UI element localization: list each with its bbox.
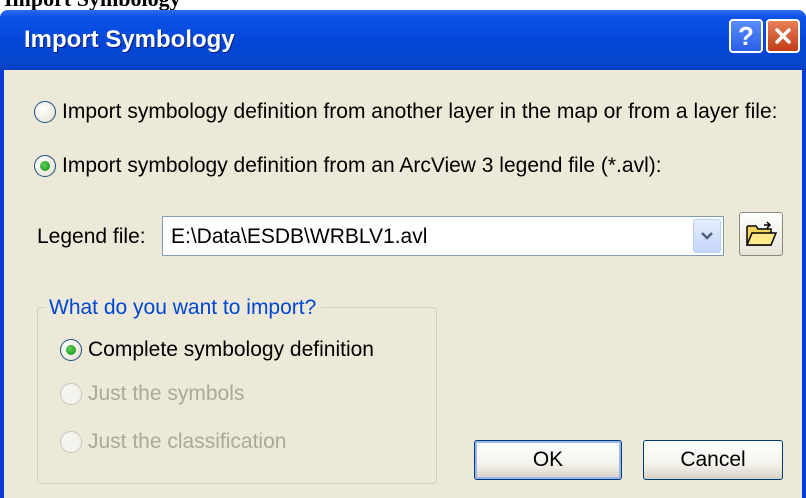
browse-button[interactable] (739, 212, 783, 256)
ok-button[interactable]: OK (474, 440, 622, 480)
dialog-body: Import symbology definition from another… (4, 70, 802, 498)
title-bar[interactable]: Import Symbology ? (0, 10, 806, 70)
chevron-down-icon (701, 232, 713, 240)
complete-definition-label: Complete symbology definition (88, 338, 374, 361)
radio-button-disabled (60, 431, 82, 453)
close-icon (775, 28, 791, 44)
legend-file-value: E:\Data\ESDB\WRBLV1.avl (171, 225, 428, 248)
help-icon: ? (738, 20, 754, 51)
just-symbols-label: Just the symbols (88, 382, 245, 405)
option-avl-label: Import symbology definition from an ArcV… (62, 154, 662, 177)
just-symbols-radio: Just the symbols (60, 382, 244, 406)
help-button[interactable]: ? (729, 19, 763, 53)
radio-button-selected[interactable] (60, 339, 82, 361)
legend-file-combobox[interactable]: E:\Data\ESDB\WRBLV1.avl (162, 216, 724, 256)
import-options-title: What do you want to import? (44, 296, 322, 320)
option-layer-label: Import symbology definition from another… (62, 100, 778, 123)
open-folder-icon (745, 221, 777, 246)
window-title: Import Symbology (24, 26, 235, 53)
complete-definition-radio[interactable]: Complete symbology definition (60, 338, 374, 362)
just-classification-radio: Just the classification (60, 430, 286, 454)
cancel-button[interactable]: Cancel (643, 440, 783, 480)
radio-selected-dot (66, 345, 76, 355)
option-avl-radio[interactable]: Import symbology definition from an ArcV… (34, 154, 662, 178)
option-layer-radio[interactable]: Import symbology definition from another… (34, 100, 777, 124)
just-classification-label: Just the classification (88, 430, 287, 453)
radio-selected-dot (40, 161, 50, 171)
radio-button-selected[interactable] (34, 155, 56, 177)
close-button[interactable] (766, 19, 800, 53)
legend-file-label: Legend file: (37, 225, 146, 248)
radio-button-disabled (60, 383, 82, 405)
radio-button[interactable] (34, 101, 56, 123)
dropdown-button[interactable] (693, 219, 721, 253)
import-symbology-dialog: Import Symbology ? Import symbology defi… (0, 10, 806, 498)
